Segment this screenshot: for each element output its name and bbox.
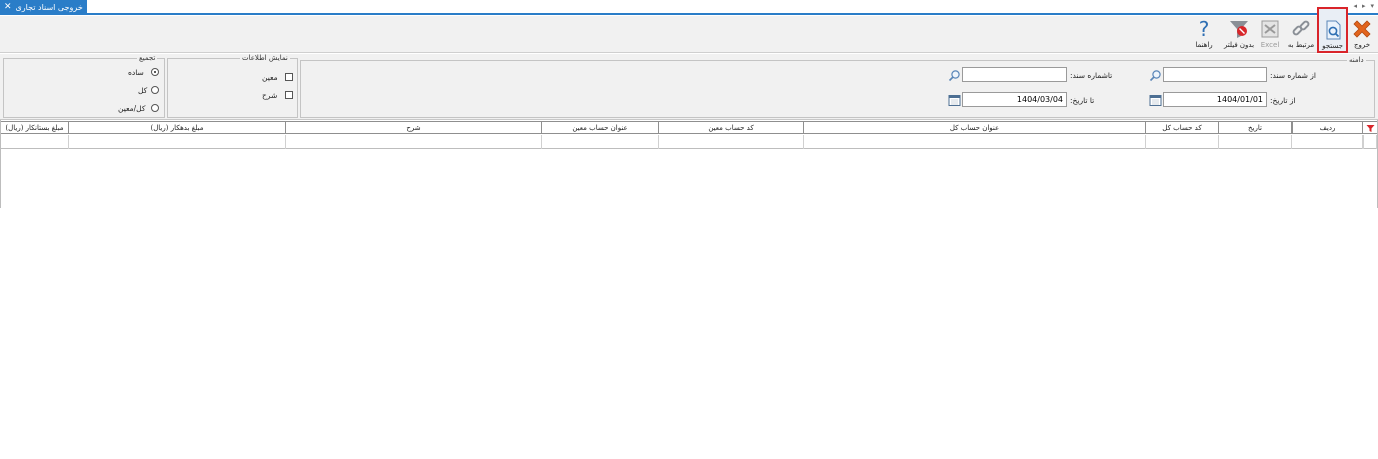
excel-button[interactable]: Excel (1258, 17, 1282, 52)
row-indicator-cell[interactable] (1363, 135, 1377, 149)
column-header-description[interactable]: شرح (286, 122, 542, 134)
no-filter-label: بدون فیلتر (1223, 41, 1255, 49)
from-doc-number-label: از شماره سند: (1270, 71, 1316, 80)
magnifier-icon (948, 69, 960, 81)
table-cell[interactable] (1, 135, 69, 149)
to-doc-number-label: تاشماره سند: (1070, 71, 1113, 80)
calendar-icon (1149, 94, 1161, 106)
column-header-moein-code[interactable]: کد حساب معین (659, 122, 804, 134)
table-cell[interactable] (1146, 135, 1219, 149)
table-cell[interactable] (69, 135, 286, 149)
display-moein-checkbox[interactable] (285, 73, 293, 81)
column-header-credit-amount[interactable]: مبلغ بستانکار (ریال) (1, 122, 69, 134)
from-date-input[interactable] (1163, 92, 1267, 107)
table-cell[interactable] (542, 135, 659, 149)
display-moein-label: معین (262, 73, 278, 82)
aggregation-simple-radio[interactable] (151, 68, 159, 76)
results-grid: ردیف تاریخ کد حساب کل عنوان حساب کل کد ح… (0, 120, 1378, 208)
excel-label: Excel (1260, 41, 1280, 49)
range-groupbox: دامنه (300, 56, 1375, 118)
question-mark-icon: ? (1199, 17, 1210, 41)
exit-label: خروج (1353, 41, 1371, 49)
app-window: ✕ خروجی اسناد تجاری ◂ ▸ ▾ خروج جستجو مرت… (0, 0, 1378, 459)
from-date-label: از تاریخ: (1270, 96, 1296, 105)
aggregation-simple-label: ساده (128, 68, 144, 77)
aggregation-legend: تجمیع (139, 54, 156, 62)
table-cell[interactable] (659, 135, 804, 149)
calendar-icon (948, 94, 960, 106)
from-date-picker-button[interactable] (1148, 93, 1162, 107)
toolbar: خروج جستجو مرتبط به Excel بدون فیلتر ? ر… (0, 7, 1378, 53)
table-cell[interactable] (1292, 135, 1363, 149)
tab-prev-icon[interactable]: ◂ (1353, 2, 1357, 10)
table-row[interactable] (1, 135, 1377, 149)
search-document-icon (1326, 20, 1340, 40)
column-header-kol-title[interactable]: عنوان حساب کل (804, 122, 1146, 134)
related-to-label: مرتبط به (1287, 41, 1315, 49)
tab-strip: ✕ خروجی اسناد تجاری ◂ ▸ ▾ (0, 0, 1378, 15)
to-date-picker-button[interactable] (947, 93, 961, 107)
to-doc-lookup-button[interactable] (947, 68, 961, 82)
to-date-label: تا تاریخ: (1070, 96, 1095, 105)
filter-clear-icon (1230, 21, 1248, 38)
display-sharh-checkbox[interactable] (285, 91, 293, 99)
column-header-kol-code[interactable]: کد حساب کل (1146, 122, 1219, 134)
column-header-row-number[interactable]: ردیف (1292, 122, 1363, 134)
help-button[interactable]: ? راهنما (1190, 17, 1218, 52)
aggregation-kol-moein-label: کل/معین (118, 104, 146, 113)
aggregation-kol-moein-radio[interactable] (151, 104, 159, 112)
criteria-panel: دامنه از شماره سند: تاشماره سند: از تاری… (0, 54, 1378, 120)
exit-button[interactable]: خروج (1349, 17, 1375, 52)
aggregation-kol-label: کل (138, 86, 148, 95)
no-filter-button[interactable]: بدون فیلتر (1224, 17, 1254, 52)
to-date-input[interactable] (962, 92, 1067, 107)
filter-icon (1366, 124, 1374, 132)
column-header-date[interactable]: تاریخ (1219, 122, 1292, 134)
column-header-debit-amount[interactable]: مبلغ بدهکار (ریال) (69, 122, 286, 134)
table-cell[interactable] (804, 135, 1146, 149)
search-label: جستجو (1322, 42, 1343, 50)
aggregation-kol-radio[interactable] (151, 86, 159, 94)
tab-close-icon[interactable]: ✕ (4, 2, 12, 12)
excel-icon (1261, 20, 1279, 38)
column-header-moein-title[interactable]: عنوان حساب معین (542, 122, 659, 134)
close-x-icon (1353, 20, 1371, 38)
display-info-groupbox: نمایش اطلاعات (167, 54, 298, 118)
tab-menu-icon[interactable]: ▾ (1370, 2, 1374, 10)
display-sharh-label: شرح (262, 91, 278, 100)
link-chain-icon (1292, 20, 1310, 36)
tab-next-icon[interactable]: ▸ (1362, 2, 1366, 10)
from-doc-number-input[interactable] (1163, 67, 1267, 82)
help-label: راهنما (1195, 41, 1213, 49)
tab-title: خروجی اسناد تجاری (15, 2, 83, 12)
table-cell[interactable] (286, 135, 542, 149)
display-info-legend: نمایش اطلاعات (242, 54, 288, 62)
svg-text:?: ? (1199, 17, 1210, 41)
table-cell[interactable] (1219, 135, 1292, 149)
from-doc-lookup-button[interactable] (1148, 68, 1162, 82)
tab-commercial-documents-export[interactable]: ✕ خروجی اسناد تجاری (0, 0, 87, 14)
grid-filter-button[interactable] (1363, 122, 1377, 134)
tab-navigation: ◂ ▸ ▾ (1353, 2, 1374, 10)
grid-header: ردیف تاریخ کد حساب کل عنوان حساب کل کد ح… (1, 121, 1377, 134)
related-to-button[interactable]: مرتبط به (1287, 17, 1315, 52)
magnifier-icon (1149, 69, 1161, 81)
search-button[interactable]: جستجو (1317, 7, 1348, 53)
range-legend: دامنه (1349, 56, 1364, 64)
to-doc-number-input[interactable] (962, 67, 1067, 82)
